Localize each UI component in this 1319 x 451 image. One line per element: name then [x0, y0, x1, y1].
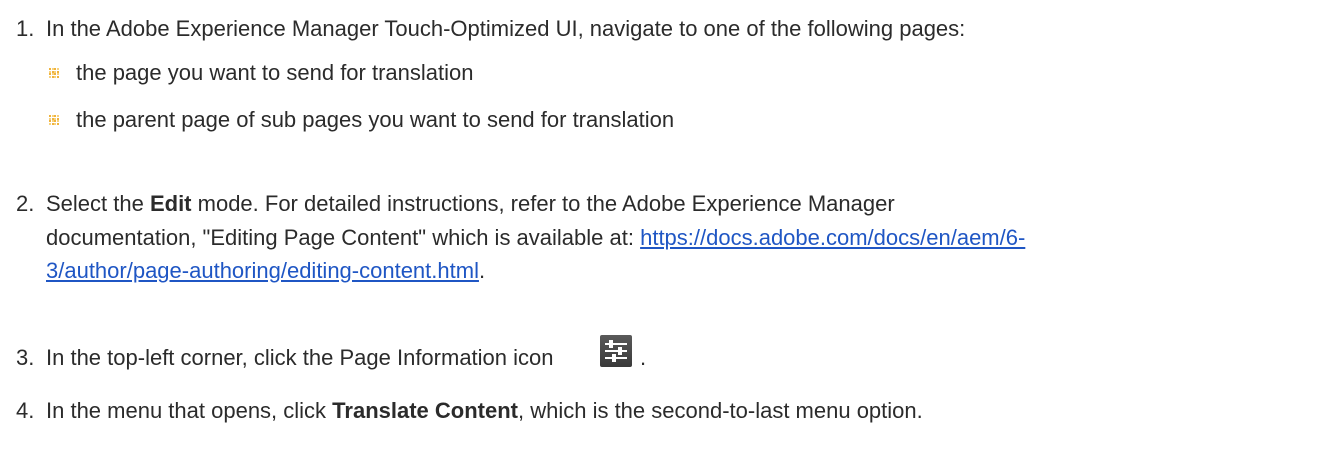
step-3-text: In the top-left corner, click the Page I… — [46, 345, 554, 371]
step-2-line-2-prefix: documentation, "Editing Page Content" wh… — [46, 225, 641, 250]
bullet-grid-icon — [49, 68, 59, 78]
step-3-text-body: In the top-left corner, click the Page I… — [46, 345, 554, 370]
step-1: 1. In the Adobe Experience Manager Touch… — [0, 16, 1319, 166]
step-4-text-start: In the menu that opens, click — [46, 398, 333, 423]
step-2: 2. Select the Edit mode. For detailed in… — [0, 191, 1319, 311]
translate-content-label: Translate Content — [332, 398, 518, 423]
step-1-text: In the Adobe Experience Manager Touch-Op… — [46, 16, 966, 41]
step-2-text-end: mode. For detailed instructions, refer t… — [191, 191, 895, 216]
edit-mode-label: Edit — [149, 191, 192, 216]
bullet-grid-icon — [49, 115, 59, 125]
step-number: 4. — [16, 398, 35, 423]
step-4: 4. In the menu that opens, click Transla… — [0, 398, 1319, 428]
step-3: 3. In the top-left corner, click the Pag… — [0, 335, 1319, 375]
step-3-trailing-period: . — [640, 345, 647, 370]
bullet-text: the parent page of sub pages you want to… — [76, 107, 675, 132]
documentation-link-continued[interactable]: 3/author/page-authoring/editing-content.… — [46, 258, 479, 283]
step-2-text-start: Select the — [46, 191, 150, 216]
documentation-link[interactable]: https://docs.adobe.com/docs/en/aem/6- — [640, 225, 1025, 250]
step-4-text: In the menu that opens, click Translate … — [46, 398, 923, 424]
step-2-line-3: 3/author/page-authoring/editing-content.… — [46, 258, 485, 284]
list-item: the page you want to send for translatio… — [0, 60, 1319, 90]
step-2-line-3-suffix: . — [478, 258, 486, 283]
step-number: 3. — [16, 345, 35, 370]
step-2-line-1: Select the Edit mode. For detailed instr… — [46, 191, 895, 217]
step-number: 2. — [16, 191, 35, 216]
bullet-text: the page you want to send for translatio… — [76, 60, 474, 85]
step-2-line-2: documentation, "Editing Page Content" wh… — [46, 225, 1025, 251]
step-4-text-end: , which is the second-to-last menu optio… — [517, 398, 923, 423]
page-information-icon — [600, 335, 632, 367]
list-item: the parent page of sub pages you want to… — [0, 107, 1319, 137]
step-number: 1. — [16, 16, 35, 41]
